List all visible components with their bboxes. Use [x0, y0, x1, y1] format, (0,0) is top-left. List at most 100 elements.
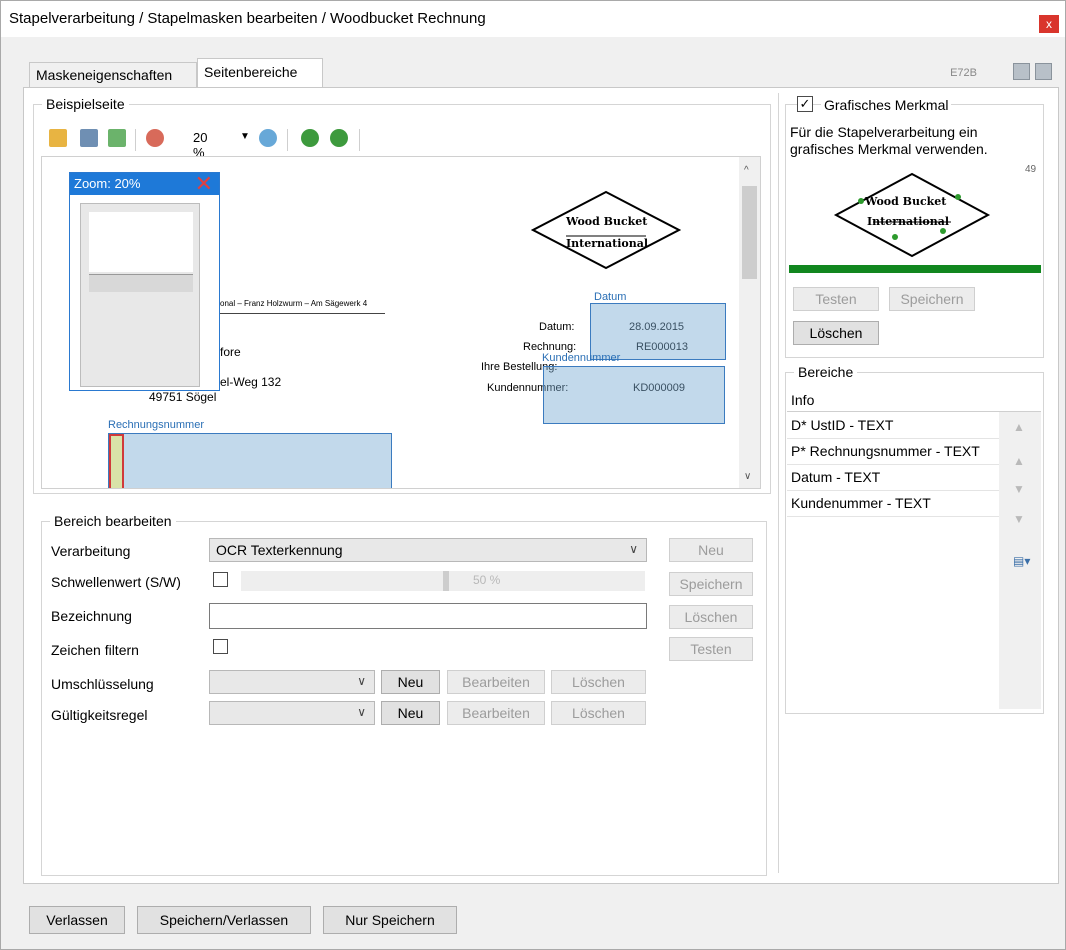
zoom-in-icon[interactable]: [259, 129, 277, 147]
move-top-icon[interactable]: ▲: [1013, 420, 1025, 434]
umschluesselung-label: Umschlüsselung: [51, 676, 154, 692]
zoom-navigator-header: Zoom: 20% ✕: [70, 171, 219, 197]
scan-icon[interactable]: [80, 129, 98, 147]
umschluesselung-neu-button[interactable]: Neu: [381, 670, 440, 694]
close-icon[interactable]: ✕: [195, 171, 213, 197]
move-bottom-icon[interactable]: ▼: [1013, 512, 1025, 526]
chevron-down-icon: ∨: [357, 705, 366, 719]
speichern-verlassen-button[interactable]: Speichern/Verlassen: [137, 906, 311, 934]
dialog-window: Stapelverarbeitung / Stapelmasken bearbe…: [0, 0, 1066, 950]
list-options-icon[interactable]: ▤▾: [1013, 554, 1030, 568]
address-rule: [220, 313, 385, 314]
bereiche-side-toolbar: ▲ ▲ ▼ ▼ ▤▾: [999, 412, 1041, 709]
region-kundennummer[interactable]: [543, 366, 725, 424]
merkmal-logo-text-2: International: [867, 215, 950, 228]
grafisches-merkmal-description: Für die Stapelverarbeitung ein grafische…: [790, 124, 988, 157]
bereiche-column-header[interactable]: Info: [787, 390, 1041, 412]
tab-maskeneigenschaften[interactable]: Maskeneigenschaften: [29, 62, 197, 87]
gueltigkeitsregel-bearbeiten-button[interactable]: Bearbeiten: [447, 701, 545, 725]
rotate-right-icon[interactable]: [330, 129, 348, 147]
merkmal-count: 49: [1025, 164, 1037, 175]
move-down-icon[interactable]: ▼: [1013, 482, 1025, 496]
loeschen-button[interactable]: Löschen: [669, 605, 753, 629]
grafisches-merkmal-legend: Grafisches Merkmal: [821, 97, 952, 113]
zoom-navigator-title: Zoom: 20%: [74, 176, 141, 191]
schwellenwert-slider[interactable]: [241, 571, 645, 591]
toolbar-separator: [359, 129, 360, 151]
logo-text-1: Wood Bucket: [566, 215, 648, 228]
bezeichnung-input[interactable]: [209, 603, 647, 629]
schwellenwert-label: Schwellenwert (S/W): [51, 574, 181, 590]
umschluesselung-loeschen-button[interactable]: Löschen: [551, 670, 646, 694]
zoom-dropdown-icon[interactable]: ▼: [240, 131, 250, 142]
preview-vertical-scrollbar[interactable]: ^ ∨: [739, 157, 760, 488]
merkmal-match-bar: [789, 265, 1041, 273]
close-button[interactable]: x: [1039, 15, 1059, 33]
speichern-button[interactable]: Speichern: [669, 572, 753, 596]
bereich-bearbeiten-legend: Bereich bearbeiten: [50, 513, 176, 529]
merkmal-loeschen-button[interactable]: Löschen: [793, 321, 879, 345]
grafisches-merkmal-checkbox[interactable]: ✓: [797, 96, 813, 112]
thumbnail-page-top: [89, 212, 193, 272]
verarbeitung-select-value: OCR Texterkennung: [216, 542, 343, 558]
recipient-line-1: fore: [220, 345, 241, 359]
umschluesselung-bearbeiten-button[interactable]: Bearbeiten: [447, 670, 545, 694]
toolbar-separator: [135, 129, 136, 151]
chevron-down-icon: ∨: [629, 542, 638, 556]
chevron-down-icon: ∨: [357, 674, 366, 688]
scroll-thumb[interactable]: [742, 186, 757, 279]
rotate-left-icon[interactable]: [301, 129, 319, 147]
merkmal-testen-button[interactable]: Testen: [793, 287, 879, 311]
zoom-navigator[interactable]: Zoom: 20% ✕: [69, 171, 220, 391]
move-up-icon[interactable]: ▲: [1013, 454, 1025, 468]
verarbeitung-select[interactable]: OCR Texterkennung ∨: [209, 538, 647, 562]
slider-thumb[interactable]: [443, 571, 449, 591]
verarbeitung-label: Verarbeitung: [51, 543, 131, 559]
bezeichnung-label: Bezeichnung: [51, 608, 132, 624]
gueltigkeitsregel-neu-button[interactable]: Neu: [381, 701, 440, 725]
zoom-out-icon[interactable]: [146, 129, 164, 147]
zoom-thumbnail[interactable]: [80, 203, 200, 387]
logo-text-2: International: [566, 237, 649, 250]
gueltigkeitsregel-label: Gültigkeitsregel: [51, 707, 148, 723]
scroll-up-icon[interactable]: ^: [744, 165, 749, 176]
nur-speichern-button[interactable]: Nur Speichern: [323, 906, 457, 934]
recipient-line-2: el-Weg 132: [220, 375, 282, 389]
column-divider: [778, 93, 779, 873]
region-rechnungsnummer[interactable]: [108, 433, 392, 488]
neu-button[interactable]: Neu: [669, 538, 753, 562]
gueltigkeitsregel-select[interactable]: ∨: [209, 701, 375, 725]
schwellenwert-value: 50 %: [473, 573, 501, 587]
import-icon[interactable]: [108, 129, 126, 147]
sender-address: onal – Franz Holzwurm – Am Sägewerk 4: [220, 299, 368, 308]
umschluesselung-select[interactable]: ∨: [209, 670, 375, 694]
testen-button[interactable]: Testen: [669, 637, 753, 661]
list-item[interactable]: P* Rechnungsnummer - TEXT: [787, 439, 999, 465]
beispielseite-legend: Beispielseite: [42, 96, 129, 112]
zeichen-filtern-checkbox[interactable]: [213, 639, 228, 654]
selected-region-marker[interactable]: [109, 434, 124, 488]
gueltigkeitsregel-loeschen-button[interactable]: Löschen: [551, 701, 646, 725]
thumbnail-region: [89, 274, 193, 292]
open-folder-icon[interactable]: [49, 129, 67, 147]
region-label-kundennummer: Kundennummer: [542, 352, 621, 364]
list-item[interactable]: Kundenummer - TEXT: [787, 491, 999, 517]
scroll-down-icon[interactable]: ∨: [744, 471, 751, 482]
save-disabled-icon: [1013, 63, 1030, 80]
zeichen-filtern-label: Zeichen filtern: [51, 642, 139, 658]
save-as-disabled-icon: [1035, 63, 1052, 80]
mask-code-label: E72B: [950, 67, 977, 79]
merkmal-speichern-button[interactable]: Speichern: [889, 287, 975, 311]
window-title: Stapelverarbeitung / Stapelmasken bearbe…: [9, 10, 486, 27]
tab-seitenbereiche[interactable]: Seitenbereiche: [197, 58, 323, 88]
list-item[interactable]: Datum - TEXT: [787, 465, 999, 491]
bereiche-legend: Bereiche: [794, 364, 858, 380]
verlassen-button[interactable]: Verlassen: [29, 906, 125, 934]
datum-label: Datum:: [539, 321, 575, 333]
recipient-line-3: 49751 Sögel: [149, 390, 217, 404]
title-bar: Stapelverarbeitung / Stapelmasken bearbe…: [1, 1, 1065, 37]
schwellenwert-checkbox[interactable]: [213, 572, 228, 587]
region-label-datum: Datum: [594, 291, 627, 303]
list-item[interactable]: D* UstID - TEXT: [787, 413, 999, 439]
toolbar-separator: [287, 129, 288, 151]
